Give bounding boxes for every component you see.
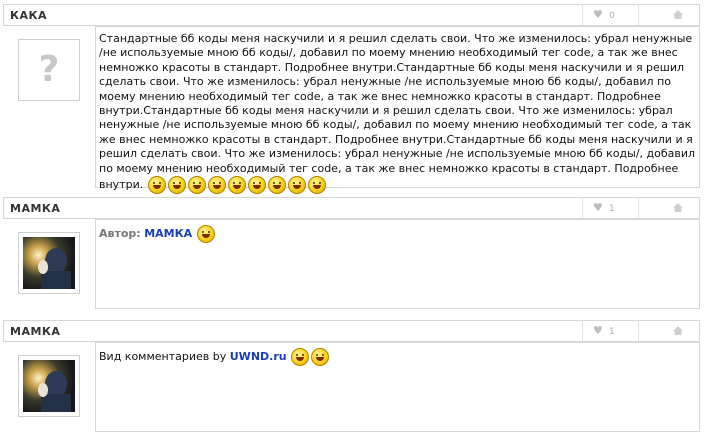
- comment-body: Автор: МАМКА: [95, 219, 700, 309]
- comment-3: МАМКА ♥ 1 Вид комментариев by UWND.ru: [3, 320, 700, 432]
- home-button[interactable]: [638, 5, 701, 25]
- smile-smiley-icon: [196, 225, 215, 243]
- question-mark-icon: ?: [38, 49, 60, 90]
- avatar: [18, 232, 80, 294]
- comment-author[interactable]: МАМКА: [10, 202, 60, 215]
- comment-text: Вид комментариев by: [99, 350, 227, 363]
- comment-1: КАКА ♥ 0 ? Стандартные бб коды меня наск…: [3, 4, 700, 195]
- smile-smiley-icon: [287, 176, 306, 195]
- comment-header: МАМКА ♥ 1: [3, 197, 700, 219]
- smile-smiley-icon: [167, 176, 186, 195]
- author-link[interactable]: МАМКА: [144, 227, 192, 240]
- smile-smiley-icon: [311, 348, 330, 366]
- user-photo: [23, 237, 75, 289]
- user-photo: [23, 360, 75, 412]
- like-button[interactable]: ♥ 1: [582, 321, 639, 341]
- comment-body: Стандартные бб коды меня наскучили и я р…: [95, 26, 700, 195]
- like-count: 1: [609, 204, 615, 214]
- comment-body: Вид комментариев by UWND.ru: [95, 342, 700, 432]
- grin-smiley-icon: [291, 348, 310, 366]
- smile-smiley-icon: [227, 176, 246, 195]
- home-button[interactable]: [638, 321, 701, 341]
- comment-author[interactable]: КАКА: [10, 9, 47, 22]
- smile-smiley-icon: [307, 176, 326, 195]
- site-link[interactable]: UWND.ru: [230, 350, 287, 363]
- surprised-smiley-icon: [147, 176, 166, 195]
- home-icon: [673, 326, 683, 335]
- avatar-placeholder: ?: [18, 39, 80, 101]
- like-count: 0: [609, 11, 615, 21]
- smile-smiley-icon: [267, 176, 286, 195]
- heart-icon: ♥: [593, 324, 603, 337]
- avatar: [18, 355, 80, 417]
- like-button[interactable]: ♥ 0: [582, 5, 639, 25]
- home-button[interactable]: [638, 198, 701, 218]
- smile-smiley-icon: [187, 176, 206, 195]
- comment-header: МАМКА ♥ 1: [3, 320, 700, 342]
- comment-author[interactable]: МАМКА: [10, 325, 60, 338]
- comment-text: Стандартные бб коды меня наскучили и я р…: [99, 32, 696, 192]
- author-label: Автор:: [99, 227, 141, 240]
- like-button[interactable]: ♥ 1: [582, 198, 639, 218]
- like-count: 1: [609, 327, 615, 337]
- smile-smiley-icon: [207, 176, 226, 195]
- heart-icon: ♥: [593, 8, 603, 21]
- comment-header: КАКА ♥ 0: [3, 4, 700, 26]
- comment-2: МАМКА ♥ 1 Автор: МАМКА: [3, 197, 700, 309]
- heart-icon: ♥: [593, 201, 603, 214]
- smile-smiley-icon: [247, 176, 266, 195]
- home-icon: [673, 10, 683, 19]
- home-icon: [673, 203, 683, 212]
